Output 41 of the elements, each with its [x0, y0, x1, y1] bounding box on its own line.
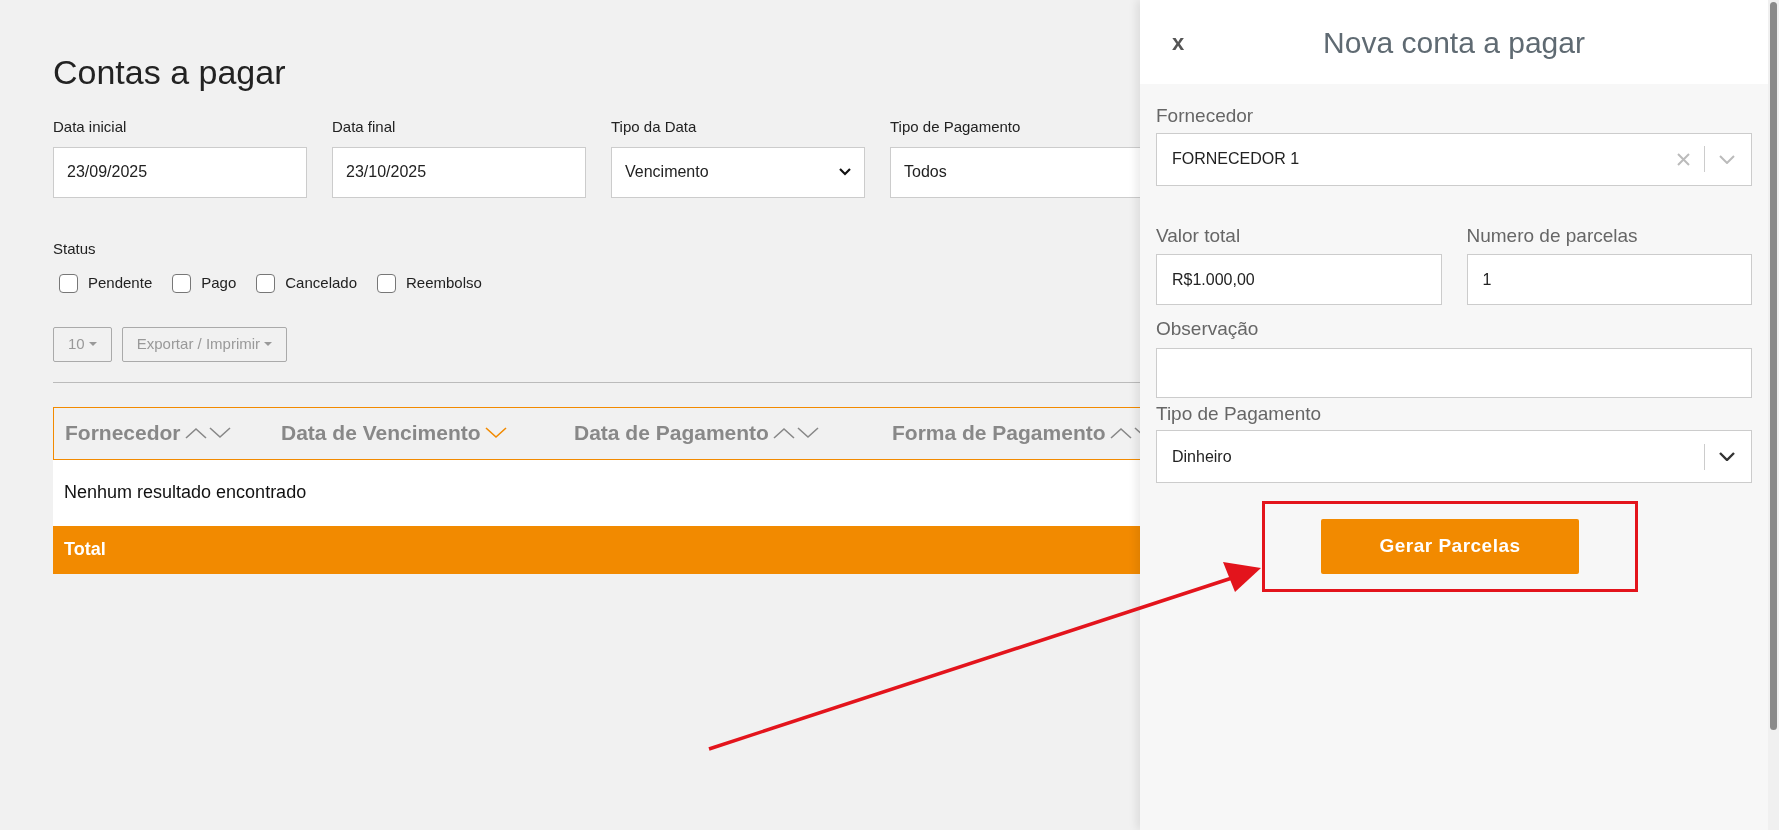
checkbox[interactable] [172, 273, 192, 293]
checkbox[interactable] [59, 273, 78, 293]
field-label: Tipo de Pagamento [890, 117, 1022, 137]
supplier-select[interactable]: FORNECEDOR 1 [1156, 132, 1752, 186]
input-field[interactable]: 23/10/2025 [332, 146, 586, 198]
status-label: Status [53, 238, 96, 259]
checkbox-label: Pago [201, 273, 237, 293]
field-label: Observação [1156, 317, 1260, 341]
chevron-down-icon [839, 168, 851, 176]
field-label: Valor total [1156, 223, 1242, 248]
field-label: Data final [332, 117, 397, 137]
caret-icon [264, 342, 273, 346]
caret-icon [88, 342, 97, 346]
checkbox-label: Cancelado [285, 273, 357, 293]
sort-down-icon [484, 427, 507, 439]
checkbox-label: Reembolso [406, 273, 482, 293]
checkbox[interactable] [256, 273, 276, 293]
sort-up-icon [772, 427, 795, 439]
page-title: Contas a pagar [53, 52, 287, 93]
chevron-down-icon [1719, 154, 1735, 164]
drawer-title: Nova conta a pagar [1322, 24, 1586, 61]
select-field[interactable]: Vencimento [611, 146, 865, 198]
field-label: Tipo da Data [611, 117, 698, 137]
chevron-down-icon [1719, 452, 1735, 461]
sort-up-icon [1109, 427, 1132, 439]
sort-down-icon [796, 427, 819, 439]
field-label: Fornecedor [1156, 104, 1255, 128]
field-label: Numero de parcelas [1466, 223, 1639, 248]
sort-down-icon [208, 427, 231, 439]
field-label: Data inicial [53, 117, 128, 137]
installments-field[interactable]: 1 [1466, 254, 1752, 305]
input-field[interactable]: 23/09/2025 [53, 146, 307, 198]
sort-up-icon [184, 427, 207, 439]
close-button[interactable]: x [1166, 25, 1190, 59]
checkbox-label: Pendente [88, 273, 153, 293]
note-field[interactable] [1156, 347, 1752, 398]
field-label: Tipo de Pagamento [1156, 401, 1323, 426]
checkbox[interactable] [377, 273, 396, 293]
clear-icon [1677, 152, 1690, 166]
value-field[interactable]: R$1.000,00 [1156, 254, 1442, 305]
select-value: FORNECEDOR 1 [1172, 149, 1301, 169]
